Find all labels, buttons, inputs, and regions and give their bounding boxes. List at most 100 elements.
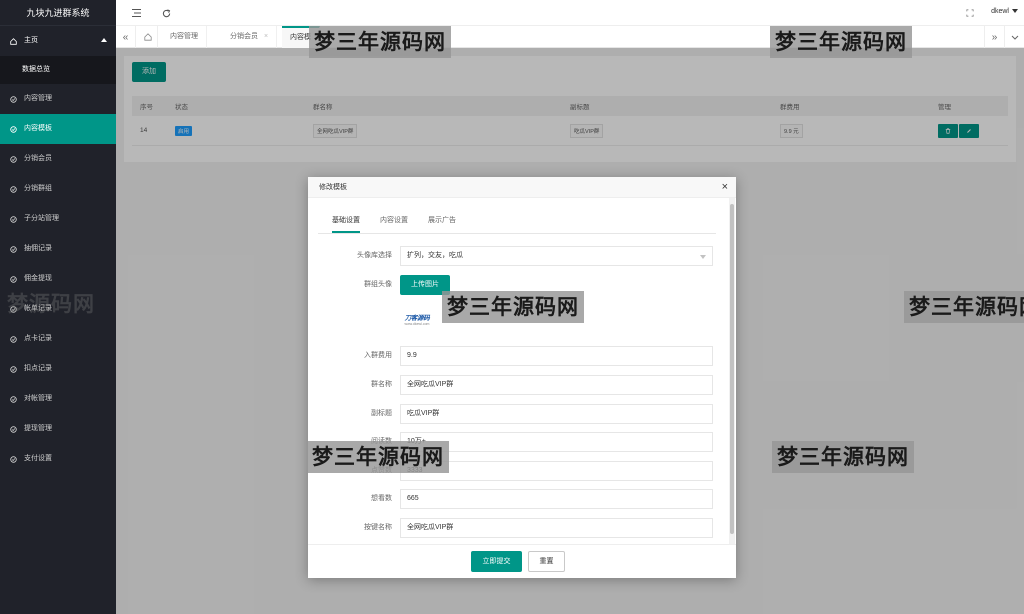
top-bar: dkewl (116, 0, 1024, 26)
button-name-input[interactable]: 全网吃瓜VIP群 (400, 518, 713, 538)
chevron-down-icon (1012, 9, 1018, 14)
sidebar-item-label: 子分站管理 (24, 215, 59, 222)
fee-input[interactable]: 9.9 (400, 346, 713, 366)
chevron-up-icon (101, 38, 107, 42)
logo-text: 刀客源码 (404, 315, 430, 322)
tab-distribution-members[interactable]: 分销会员 × (222, 26, 278, 48)
tabs-scroll-right-icon[interactable]: » (984, 26, 1004, 48)
sidebar-item[interactable]: 内容管理 (0, 84, 116, 114)
watermark: 梦源码网 (7, 292, 95, 316)
circle-check-icon (9, 125, 18, 134)
close-icon[interactable]: × (722, 177, 728, 198)
field-label: 副标题 (371, 410, 392, 417)
sidebar-item-label: 主页 (24, 37, 38, 44)
field-label: 头像库选择 (357, 252, 392, 259)
field-label: 按键名称 (364, 524, 392, 531)
sidebar-item-dashboard[interactable]: 数据总览 (0, 56, 116, 84)
sidebar-item[interactable]: 抽佣记录 (0, 234, 116, 264)
sidebar-item-label: 提现管理 (24, 425, 52, 432)
tab-label: 内容模 (290, 34, 311, 41)
circle-check-icon (9, 455, 18, 464)
sidebar-item[interactable]: 子分站管理 (0, 204, 116, 234)
sidebar-item[interactable]: 分销会员 (0, 144, 116, 174)
sidebar-item-label: 内容模板 (24, 125, 52, 132)
circle-check-icon (9, 155, 18, 164)
dialog-footer: 立即提交 重置 (308, 544, 736, 578)
group-avatar-image: 刀客源码 www.dkewl.com (402, 311, 432, 327)
sidebar-item[interactable]: 支付设置 (0, 444, 116, 474)
home-tab-icon[interactable] (138, 26, 158, 48)
sidebar-item-home[interactable]: 主页 (0, 26, 116, 56)
form-row-button-name: 按键名称 全网吃瓜VIP群 (318, 518, 716, 538)
sidebar-item-label: 支付设置 (24, 455, 52, 462)
subtitle-input[interactable]: 吃瓜VIP群 (400, 404, 713, 424)
field-label: 想看数 (371, 495, 392, 502)
sidebar-item[interactable]: 对帐管理 (0, 384, 116, 414)
close-icon[interactable]: × (264, 33, 268, 40)
edit-template-dialog: 修改模板 × 基础设置 内容设置 展示广告 头像库选择 扩列，交友，吃瓜 群组头… (308, 177, 736, 578)
group-name-input[interactable]: 全网吃瓜VIP群 (400, 375, 713, 395)
tab-display-ads[interactable]: 展示广告 (428, 208, 456, 233)
dialog-scrollbar[interactable] (729, 198, 735, 544)
reset-button[interactable]: 重置 (528, 551, 565, 572)
refresh-icon[interactable] (160, 7, 172, 19)
app-title: 九块九进群系统 (0, 0, 116, 26)
sidebar-item-label: 分销群组 (24, 185, 52, 192)
watermark: 梦三年源码网 (309, 26, 451, 58)
watching-input[interactable]: 665 (400, 489, 713, 509)
form-row-fee: 入群费用 9.9 (318, 346, 716, 366)
sidebar-item[interactable]: 点卡记录 (0, 324, 116, 354)
tabs-scroll-left-icon[interactable]: « (116, 26, 136, 48)
menu-toggle-icon[interactable] (130, 7, 142, 19)
sidebar-item-label: 分销会员 (24, 155, 52, 162)
form-row-name: 群名称 全网吃瓜VIP群 (318, 375, 716, 395)
circle-check-icon (9, 365, 18, 374)
field-label: 群组头像 (364, 281, 392, 288)
submit-button[interactable]: 立即提交 (471, 551, 522, 572)
circle-check-icon (9, 95, 18, 104)
circle-check-icon (9, 425, 18, 434)
scrollbar-thumb[interactable] (730, 204, 734, 534)
tab-content-manage[interactable]: 内容管理 (162, 26, 207, 48)
fullscreen-icon[interactable] (964, 7, 976, 19)
user-name: dkewl (991, 8, 1009, 15)
sidebar-item-label: 对帐管理 (24, 395, 52, 402)
sidebar-item[interactable]: 分销群组 (0, 174, 116, 204)
circle-check-icon (9, 275, 18, 284)
watermark: 梦三年源码网 (904, 291, 1024, 323)
avatar-library-select[interactable]: 扩列，交友，吃瓜 (400, 246, 713, 266)
circle-check-icon (9, 335, 18, 344)
sidebar-item-label: 扣点记录 (24, 365, 52, 372)
form-row-watching: 想看数 665 (318, 489, 716, 509)
watermark: 梦三年源码网 (307, 441, 449, 473)
tab-label: 内容管理 (170, 33, 198, 40)
tab-content-settings[interactable]: 内容设置 (380, 208, 408, 233)
sidebar-item[interactable]: 扣点记录 (0, 354, 116, 384)
form-row-avatar-lib: 头像库选择 扩列，交友，吃瓜 (318, 246, 716, 266)
field-label: 群名称 (371, 381, 392, 388)
logo-subtext: www.dkewl.com (404, 322, 430, 326)
select-value: 扩列，交友，吃瓜 (407, 252, 463, 259)
sidebar-item[interactable]: 内容模板 (0, 114, 116, 144)
watermark: 梦三年源码网 (770, 26, 912, 58)
watermark: 梦三年源码网 (442, 291, 584, 323)
home-icon (9, 37, 18, 46)
dialog-header: 修改模板 × (308, 177, 736, 198)
dialog-body: 基础设置 内容设置 展示广告 头像库选择 扩列，交友，吃瓜 群组头像 上传图片 … (318, 208, 716, 542)
tab-basic-settings[interactable]: 基础设置 (332, 208, 360, 233)
tab-label: 分销会员 (230, 33, 258, 40)
circle-check-icon (9, 395, 18, 404)
chevron-down-icon (700, 255, 706, 259)
circle-check-icon (9, 185, 18, 194)
sidebar-item-label: 抽佣记录 (24, 245, 52, 252)
circle-check-icon (9, 215, 18, 224)
dialog-tabs: 基础设置 内容设置 展示广告 (318, 208, 716, 234)
watermark: 梦三年源码网 (772, 441, 914, 473)
user-menu[interactable]: dkewl (991, 8, 1018, 15)
circle-check-icon (9, 245, 18, 254)
sidebar-item[interactable]: 提现管理 (0, 414, 116, 444)
tabs-menu-icon[interactable] (1004, 26, 1024, 48)
field-label: 入群费用 (364, 352, 392, 359)
dialog-title: 修改模板 (319, 184, 347, 191)
sidebar-item-label: 内容管理 (24, 95, 52, 102)
